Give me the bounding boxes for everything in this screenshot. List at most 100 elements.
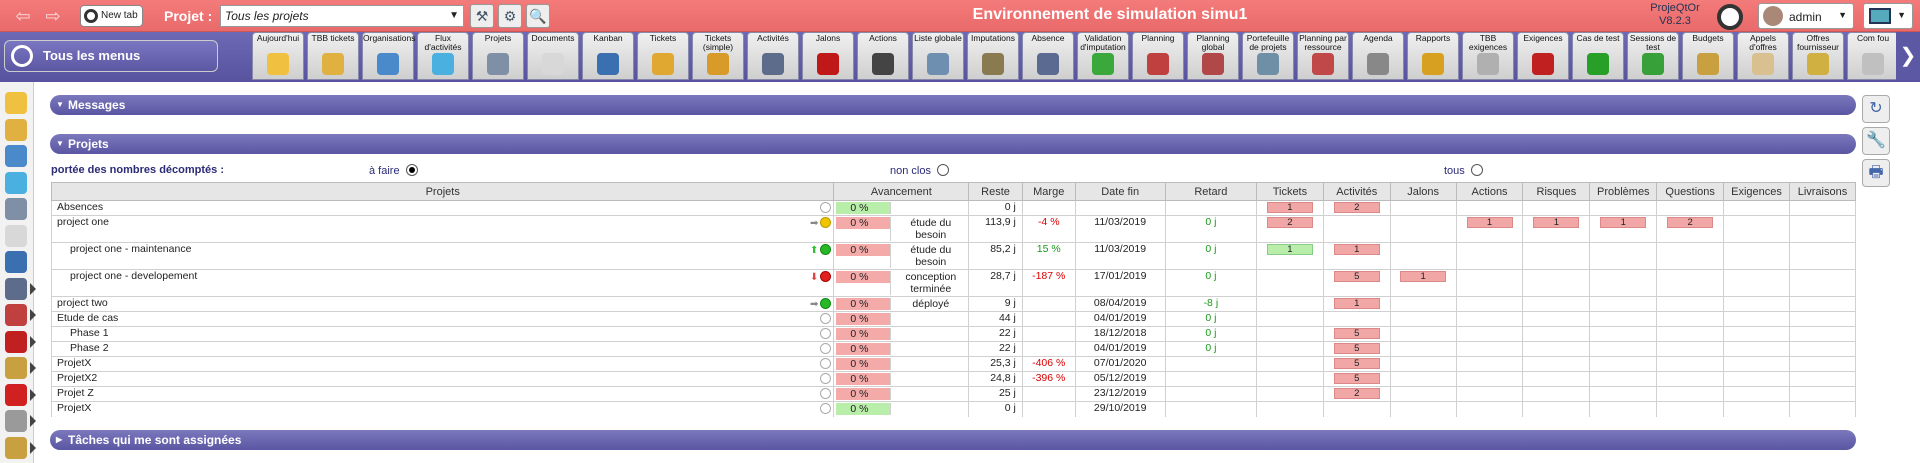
search-icon[interactable]: 🔍	[526, 4, 550, 28]
documents-icon[interactable]	[5, 224, 27, 247]
menu-item-13[interactable]: Imputations	[967, 32, 1019, 80]
submenu-arrow-icon[interactable]	[30, 362, 36, 374]
table-row[interactable]: Phase 2 0 % 22 j 04/01/2019 0 j 5	[50, 341, 1857, 357]
menu-item-6[interactable]: Kanban	[582, 32, 634, 80]
table-row[interactable]: project one ➡ 0 % étude du besoin 113,9 j -4 …	[50, 215, 1857, 243]
remaining-cell: 113,9 j	[968, 215, 1023, 243]
requirements-icon[interactable]	[5, 330, 36, 353]
menu-item-8[interactable]: Tickets (simple)	[692, 32, 744, 80]
back-arrow-icon[interactable]: ⇦	[12, 6, 34, 26]
menu-item-label: Imputations	[971, 33, 1015, 43]
end-date-cell: 11/03/2019	[1074, 215, 1166, 243]
menu-item-12[interactable]: Liste globale	[912, 32, 964, 80]
submenu-arrow-icon[interactable]	[30, 441, 36, 454]
menu-item-5[interactable]: Documents	[527, 32, 579, 80]
table-row[interactable]: project one - maintenance ⬆ 0 % étude du be…	[50, 242, 1857, 270]
activity-stream-icon[interactable]	[5, 171, 27, 194]
menu-item-10[interactable]: Jalons	[802, 32, 854, 80]
tickets-icon[interactable]	[5, 410, 36, 432]
menu-item-24[interactable]: Cas de test	[1572, 32, 1624, 80]
submenu-arrow-icon[interactable]	[30, 282, 36, 295]
menu-item-25[interactable]: Sessions de test	[1627, 32, 1679, 80]
menu-item-0[interactable]: Aujourd'hui	[252, 32, 304, 80]
projeqtor-logo-icon	[1717, 4, 1743, 30]
forward-arrow-icon[interactable]: ⇨	[42, 6, 64, 26]
scope-radio-all[interactable]: tous	[1444, 164, 1483, 177]
section-assigned-tasks[interactable]: ▶ Tâches qui me sont assignées	[50, 430, 1856, 450]
risk-icon[interactable]	[5, 383, 36, 406]
submenu-arrow-icon[interactable]	[30, 388, 36, 401]
menu-item-15[interactable]: Validation d'imputation	[1077, 32, 1129, 80]
new-tab-button[interactable]: New tab	[80, 5, 143, 27]
table-row[interactable]: ProjetX 0 % 25,3 j -406 % 07/01/2020 5	[50, 356, 1857, 372]
today-icon[interactable]	[5, 92, 27, 114]
gear-icon[interactable]: ⚙	[498, 4, 522, 28]
all-menus-button[interactable]: Tous les menus	[4, 40, 218, 72]
menu-scroll-right-icon[interactable]: ❯	[1896, 32, 1920, 80]
projects-icon[interactable]	[5, 198, 27, 220]
submenu-arrow-icon[interactable]	[30, 415, 36, 427]
menu-item-3[interactable]: Flux d'activités	[417, 32, 469, 80]
delay-cell: 0 j	[1164, 269, 1257, 297]
menu-item-16[interactable]: Planning	[1132, 32, 1184, 80]
tools-icon[interactable]: ⚒	[470, 4, 494, 28]
section-projects[interactable]: ▼ Projets	[50, 134, 1856, 154]
menu-item-20[interactable]: Agenda	[1352, 32, 1404, 80]
portfolio-icon	[1257, 53, 1279, 75]
table-row[interactable]: project one - developement ⬇ 0 % conception…	[50, 269, 1857, 297]
menu-item-label: Planning	[1141, 33, 1175, 43]
remaining-value: 0 j	[1004, 201, 1016, 214]
project-select[interactable]: Tous les projets ▼	[220, 5, 464, 27]
budget-icon[interactable]	[5, 357, 36, 379]
menu-item-4[interactable]: Projets	[472, 32, 524, 80]
table-row[interactable]: project two ➡ 0 % déployé 9 j 08/04/2019 -8 j 1	[50, 296, 1857, 312]
table-row[interactable]: ProjetX 0 % 0 j 29/10/2019	[50, 401, 1857, 417]
wrench-icon[interactable]: 🔧	[1862, 127, 1890, 155]
count-cell-risques	[1522, 200, 1591, 216]
health-indicators	[820, 328, 832, 341]
screen-layout-button[interactable]: ▼	[1863, 3, 1913, 29]
menu-item-1[interactable]: TBB tickets	[307, 32, 359, 80]
refresh-icon[interactable]: ↻	[1862, 95, 1890, 123]
section-messages[interactable]: ▼ Messages	[50, 95, 1856, 115]
submenu-arrow-icon[interactable]	[30, 309, 36, 321]
submenu-arrow-icon[interactable]	[30, 335, 36, 348]
table-row[interactable]: Phase 1 0 % 22 j 18/12/2018 0 j 5	[50, 326, 1857, 342]
menu-item-label: Tickets (simple)	[702, 33, 734, 52]
box-icon[interactable]	[5, 436, 36, 459]
menu-item-26[interactable]: Budgets	[1682, 32, 1734, 80]
menu-item-21[interactable]: Rapports	[1407, 32, 1459, 80]
scope-radio-not-closed[interactable]: non clos	[890, 164, 949, 177]
table-row[interactable]: Etude de cas 0 % 44 j 04/01/2019 0 j	[50, 311, 1857, 327]
remaining-cell: 22 j	[968, 341, 1023, 357]
menu-bar: Tous les menus Aujourd'hui TBB tickets Org…	[0, 32, 1920, 82]
menu-item-2[interactable]: Organisations	[362, 32, 415, 80]
menu-item-7[interactable]: Tickets	[637, 32, 689, 80]
menu-item-17[interactable]: Planning global	[1187, 32, 1239, 80]
planning-icon[interactable]	[5, 304, 36, 326]
menu-item-14[interactable]: Absence	[1022, 32, 1074, 80]
column-header: Retard	[1164, 182, 1257, 201]
count-cell-exigences	[1723, 326, 1790, 342]
menu-item-27[interactable]: Appels d'offres	[1737, 32, 1789, 80]
table-row[interactable]: Absences 0 % 0 j 1 2	[50, 200, 1857, 216]
tickets-dashboard-icon[interactable]	[5, 118, 27, 141]
menu-item-22[interactable]: TBB exigences	[1462, 32, 1514, 80]
menu-item-19[interactable]: Planning par ressource	[1297, 32, 1349, 80]
print-icon[interactable]: 🖶	[1862, 159, 1890, 187]
menu-item-28[interactable]: Offres fournisseur	[1792, 32, 1844, 80]
remaining-cell: 44 j	[968, 311, 1023, 327]
table-row[interactable]: ProjetX2 0 % 24,8 j -396 % 05/12/2019 5	[50, 371, 1857, 387]
activities-icon[interactable]	[5, 277, 36, 300]
kanban-icon[interactable]	[5, 251, 27, 273]
scope-radio-todo[interactable]: à faire	[369, 164, 418, 177]
menu-item-23[interactable]: Exigences	[1517, 32, 1569, 80]
menu-item-11[interactable]: Actions	[857, 32, 909, 80]
table-row[interactable]: Projet Z 0 % 25 j 23/12/2019 2	[50, 386, 1857, 402]
menu-item-18[interactable]: Portefeuille de projets	[1242, 32, 1294, 80]
menu-item-9[interactable]: Activités	[747, 32, 799, 80]
user-menu[interactable]: admin ▼	[1758, 3, 1854, 29]
menu-item-29[interactable]: Com fou	[1847, 32, 1899, 80]
organisations-icon[interactable]	[5, 145, 27, 167]
progress-value: 0 %	[836, 373, 891, 385]
